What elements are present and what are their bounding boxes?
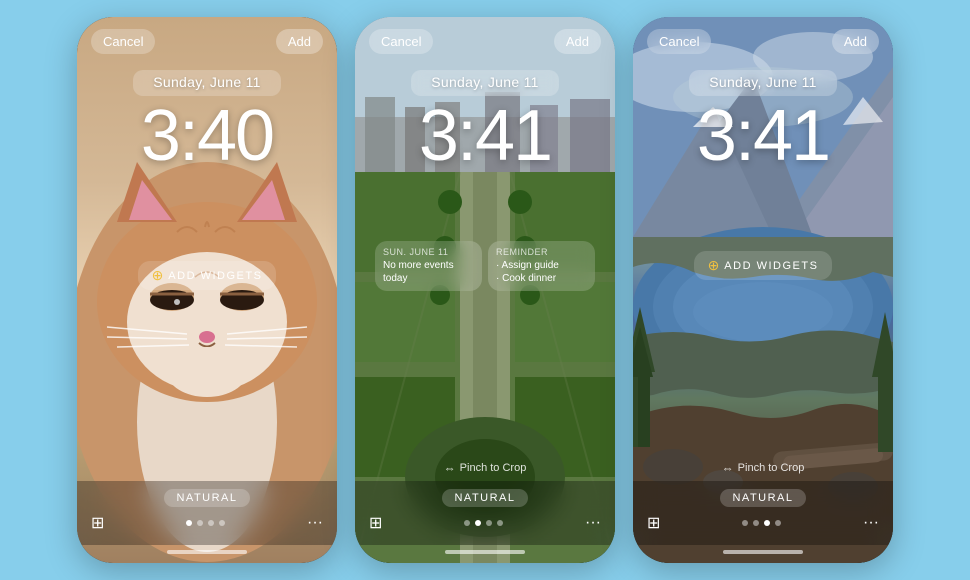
style-label: NATURAL	[164, 489, 249, 507]
cat-phone-overlay: Cancel Add Sunday, June 11 3:40 ⊕ ADD WI…	[77, 17, 337, 563]
gallery-icon-paris[interactable]: ⊞	[369, 513, 382, 533]
add-widgets-button-lake[interactable]: ⊕ ADD WIDGETS	[694, 251, 833, 280]
bottom-controls-lake: ⊞ ···	[647, 513, 879, 533]
pinch-icon: ⇔	[444, 461, 456, 475]
top-bar-lake: Cancel Add	[633, 17, 893, 60]
dot-1-lake	[742, 520, 748, 526]
style-label-paris: NATURAL	[442, 489, 527, 507]
paris-phone-overlay: Cancel Add Sunday, June 11 3:41 Sun. Jun…	[355, 17, 615, 563]
phone-paris: Cancel Add Sunday, June 11 3:41 Sun. Jun…	[355, 17, 615, 563]
date-label: Sunday, June 11	[153, 74, 261, 90]
widgets-area-lake: ⊕ ADD WIDGETS	[633, 245, 893, 286]
more-icon-lake[interactable]: ···	[863, 514, 879, 532]
gallery-icon[interactable]: ⊞	[91, 513, 104, 533]
lockscreen-content-lake: Sunday, June 11 3:41	[633, 60, 893, 245]
time-display: 3:40	[141, 100, 273, 172]
bottom-controls: ⊞ ···	[91, 513, 323, 533]
date-label-lake: Sunday, June 11	[709, 74, 817, 90]
dot-4-lake	[775, 520, 781, 526]
widget-row: Sun. June 11 No more events today Remind…	[369, 241, 601, 291]
dot-3-lake	[764, 520, 770, 526]
home-bar	[167, 550, 247, 554]
widget-reminder-content: · Assign guide · Cook dinner	[496, 259, 587, 285]
widget-reminder-title: Reminder	[496, 247, 587, 257]
date-pill-paris: Sunday, June 11	[411, 70, 559, 96]
pinch-label-text: Pinch to Crop	[460, 462, 527, 474]
dot-4-paris	[497, 520, 503, 526]
add-button-paris[interactable]: Add	[554, 29, 601, 54]
add-widgets-label: ADD WIDGETS	[168, 270, 262, 282]
dot-2-lake	[753, 520, 759, 526]
cancel-button-paris[interactable]: Cancel	[369, 29, 433, 54]
date-pill: Sunday, June 11	[133, 70, 281, 96]
home-bar-paris	[445, 550, 525, 554]
add-widgets-label-lake: ADD WIDGETS	[724, 260, 818, 272]
dot-1-paris	[464, 520, 470, 526]
dot-2-paris	[475, 520, 481, 526]
home-indicator-paris	[355, 545, 615, 563]
pinch-to-crop-lake: ⇔ Pinch to Crop	[633, 461, 893, 481]
dot-3-paris	[486, 520, 492, 526]
lake-phone-overlay: Cancel Add Sunday, June 11 3:41 ⊕ ADD WI…	[633, 17, 893, 563]
lockscreen-content: Sunday, June 11 3:40	[77, 60, 337, 255]
add-widgets-button[interactable]: ⊕ ADD WIDGETS	[138, 261, 277, 290]
dot-3	[208, 520, 214, 526]
add-widgets-plus-icon: ⊕	[152, 267, 164, 284]
widget-reminder[interactable]: Reminder · Assign guide · Cook dinner	[488, 241, 595, 291]
dot-4	[219, 520, 225, 526]
widgets-area-paris: Sun. June 11 No more events today Remind…	[355, 235, 615, 297]
pinch-to-crop: ⇔ Pinch to Crop	[355, 461, 615, 481]
dots-row-paris	[464, 520, 503, 526]
bottom-bar-lake: NATURAL ⊞ ···	[633, 481, 893, 545]
date-pill-lake: Sunday, June 11	[689, 70, 837, 96]
style-label-lake: NATURAL	[720, 489, 805, 507]
dot-1	[186, 520, 192, 526]
top-bar-paris: Cancel Add	[355, 17, 615, 60]
widget-calendar-content: No more events today	[383, 259, 474, 285]
phone-cat: Cancel Add Sunday, June 11 3:40 ⊕ ADD WI…	[77, 17, 337, 563]
time-display-paris: 3:41	[419, 100, 551, 172]
home-bar-lake	[723, 550, 803, 554]
dots-row-lake	[742, 520, 781, 526]
more-icon[interactable]: ···	[307, 514, 323, 532]
pinch-label-text-lake: Pinch to Crop	[738, 462, 805, 474]
time-display-lake: 3:41	[697, 100, 829, 172]
add-button-lake[interactable]: Add	[832, 29, 879, 54]
home-indicator	[77, 545, 337, 563]
add-widgets-plus-icon-lake: ⊕	[708, 257, 720, 274]
top-bar: Cancel Add	[77, 17, 337, 60]
gallery-icon-lake[interactable]: ⊞	[647, 513, 660, 533]
dots-row	[186, 520, 225, 526]
add-button[interactable]: Add	[276, 29, 323, 54]
bottom-bar: NATURAL ⊞ ···	[77, 481, 337, 545]
widget-calendar-title: Sun. June 11	[383, 247, 474, 257]
widgets-area: ⊕ ADD WIDGETS	[77, 255, 337, 296]
home-indicator-lake	[633, 545, 893, 563]
dot-2	[197, 520, 203, 526]
cancel-button[interactable]: Cancel	[91, 29, 155, 54]
phone-lake: Cancel Add Sunday, June 11 3:41 ⊕ ADD WI…	[633, 17, 893, 563]
widget-calendar[interactable]: Sun. June 11 No more events today	[375, 241, 482, 291]
bottom-controls-paris: ⊞ ···	[369, 513, 601, 533]
lockscreen-content-paris: Sunday, June 11 3:41	[355, 60, 615, 235]
pinch-icon-lake: ⇔	[722, 461, 734, 475]
date-label-paris: Sunday, June 11	[431, 74, 539, 90]
cancel-button-lake[interactable]: Cancel	[647, 29, 711, 54]
bottom-bar-paris: NATURAL ⊞ ···	[355, 481, 615, 545]
more-icon-paris[interactable]: ···	[585, 514, 601, 532]
